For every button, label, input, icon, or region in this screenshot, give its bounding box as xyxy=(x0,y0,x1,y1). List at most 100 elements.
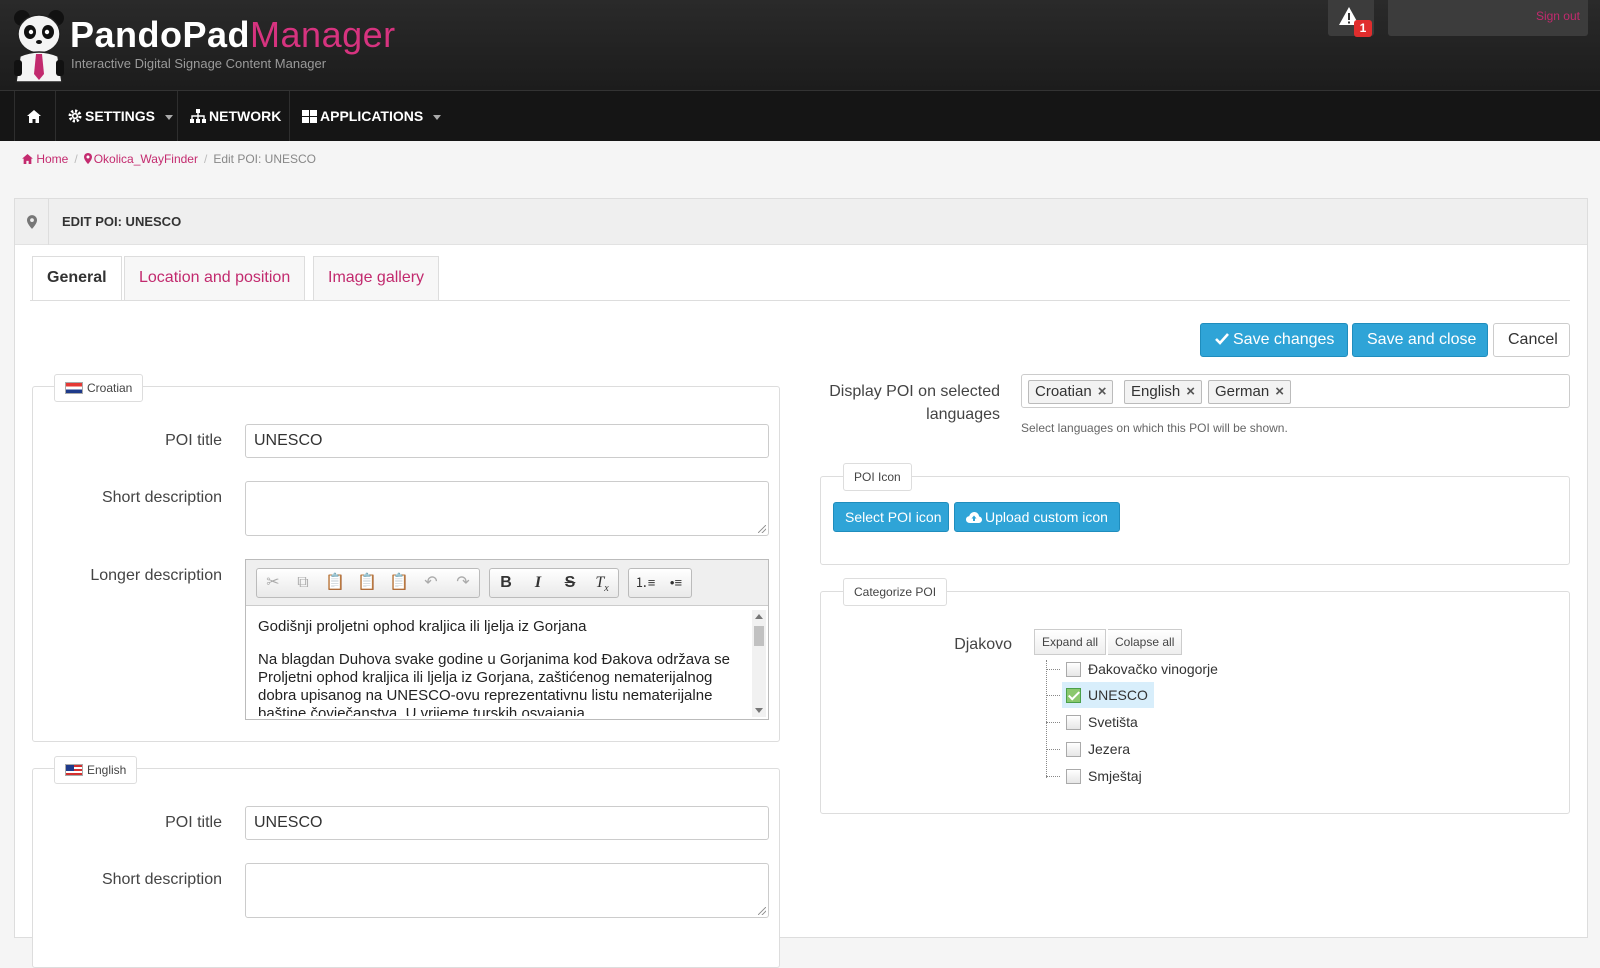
category-checkbox[interactable] xyxy=(1066,742,1081,757)
caret-down-icon xyxy=(433,114,442,120)
tree-connector-line xyxy=(1046,722,1060,723)
map-marker-icon xyxy=(27,215,37,229)
select-poi-icon-button[interactable]: Select POI icon xyxy=(833,502,949,532)
remove-tag-icon[interactable]: × xyxy=(1186,383,1195,400)
editor-scrollbar[interactable] xyxy=(752,610,766,717)
grid-icon xyxy=(302,110,317,123)
remove-format-icon[interactable]: Tx xyxy=(588,571,616,595)
bulleted-list-icon[interactable]: •≡ xyxy=(662,571,690,595)
categorize-poi-legend: Categorize POI xyxy=(843,578,948,606)
undo-icon[interactable]: ↶ xyxy=(417,571,445,595)
category-item-smjestaj[interactable]: Smještaj xyxy=(1066,763,1142,789)
poi-title-input-english[interactable]: UNESCO xyxy=(245,806,769,840)
language-tag-label: English xyxy=(1131,383,1181,400)
tab-location-and-position[interactable]: Location and position xyxy=(124,256,306,300)
category-item-dakovacko-vinogorje[interactable]: Đakovačko vinogorje xyxy=(1066,656,1218,682)
category-item-svetista[interactable]: Svetišta xyxy=(1066,709,1138,735)
panda-logo-icon xyxy=(14,10,64,83)
english-legend-label: English xyxy=(87,763,127,777)
scroll-down-icon[interactable] xyxy=(755,708,763,713)
croatian-legend-label: Croatian xyxy=(87,381,133,395)
nav-applications[interactable]: APPLICATIONS xyxy=(289,91,453,141)
strikethrough-icon[interactable]: S xyxy=(556,571,584,595)
resize-handle-icon[interactable] xyxy=(758,907,766,915)
brand-tagline: Interactive Digital Signage Content Mana… xyxy=(71,56,327,71)
tree-connector-line xyxy=(1046,695,1060,696)
language-tag-label: German xyxy=(1215,383,1270,400)
editor-paragraph-2: Na blagdan Duhova svake godine u Gorjani… xyxy=(258,651,730,716)
category-checkbox-checked[interactable] xyxy=(1066,688,1081,703)
tab-divider xyxy=(30,300,1570,301)
tree-connector-line xyxy=(1046,669,1060,670)
user-menu: Sign out xyxy=(1388,0,1588,36)
paste-word-icon[interactable]: 📋 xyxy=(385,571,413,595)
nav-network[interactable]: NETWORK xyxy=(177,91,293,141)
toolbar-group-format: B I S Tx xyxy=(489,568,619,598)
paste-icon[interactable]: 📋 xyxy=(321,571,349,595)
category-item-unesco[interactable]: UNESCO xyxy=(1062,682,1154,708)
cut-icon[interactable]: ✂ xyxy=(259,571,287,595)
short-description-label: Short description xyxy=(101,489,222,506)
english-flag-icon xyxy=(65,764,83,776)
sign-out-link[interactable]: Sign out xyxy=(1536,9,1580,23)
brand-secondary: Manager xyxy=(250,14,396,55)
scroll-up-icon[interactable] xyxy=(755,614,763,619)
poi-title-input-croatian[interactable]: UNESCO xyxy=(245,424,769,458)
croatian-legend: Croatian xyxy=(54,374,144,402)
short-description-textarea-croatian[interactable] xyxy=(245,481,769,536)
breadcrumb-separator: / xyxy=(203,152,208,166)
panel-header-icon-box xyxy=(15,199,49,245)
language-tag-english: English × xyxy=(1124,380,1202,404)
collapse-all-button[interactable]: Colapse all xyxy=(1108,629,1183,655)
longer-description-label: Longer description xyxy=(90,567,222,584)
save-changes-button[interactable]: Save changes xyxy=(1200,323,1348,357)
nav-home[interactable] xyxy=(14,91,54,141)
checkmark-icon xyxy=(1215,333,1229,345)
alerts-button[interactable]: 1 xyxy=(1328,0,1374,37)
tab-image-gallery[interactable]: Image gallery xyxy=(313,256,440,300)
upload-custom-icon-button[interactable]: Upload custom icon xyxy=(954,502,1120,532)
editor-content[interactable]: Godišnji proljetni ophod kraljica ili lj… xyxy=(258,618,738,716)
nav-settings-label: SETTINGS xyxy=(85,108,156,124)
category-checkbox[interactable] xyxy=(1066,769,1081,784)
brand-name: PandoPadManager xyxy=(70,14,396,56)
home-icon xyxy=(22,154,33,164)
tree-connector-line xyxy=(1046,776,1060,777)
languages-tag-input[interactable]: Croatian × English × German × xyxy=(1021,374,1570,408)
editor-paragraph-1: Godišnji proljetni ophod kraljica ili lj… xyxy=(258,618,587,635)
expand-all-button[interactable]: Expand all xyxy=(1034,629,1107,655)
category-item-label: Jezera xyxy=(1088,741,1131,757)
short-description-textarea-english[interactable] xyxy=(245,863,769,918)
numbered-list-icon[interactable]: ⒈≡ xyxy=(631,571,659,595)
tab-general[interactable]: General xyxy=(32,256,122,301)
breadcrumb-home[interactable]: Home xyxy=(36,152,68,166)
copy-icon[interactable]: ⧉ xyxy=(289,571,317,595)
resize-handle-icon[interactable] xyxy=(758,525,766,533)
app-header: PandoPadManager Interactive Digital Sign… xyxy=(0,0,1600,90)
language-tag-german: German × xyxy=(1208,380,1291,404)
breadcrumb-parent[interactable]: Okolica_WayFinder xyxy=(94,152,198,166)
breadcrumb-current: Edit POI: UNESCO xyxy=(213,152,317,166)
redo-icon[interactable]: ↷ xyxy=(449,571,477,595)
paste-text-icon[interactable]: 📋 xyxy=(353,571,381,595)
tree-connector-line xyxy=(1046,660,1047,778)
save-and-close-button[interactable]: Save and close xyxy=(1352,323,1488,357)
category-checkbox[interactable] xyxy=(1066,662,1081,677)
category-item-jezera[interactable]: Jezera xyxy=(1066,736,1130,762)
remove-tag-icon[interactable]: × xyxy=(1098,383,1107,400)
remove-tag-icon[interactable]: × xyxy=(1275,383,1284,400)
toolbar-group-clipboard: ✂ ⧉ 📋 📋 📋 ↶ ↷ xyxy=(256,568,480,598)
scrollbar-thumb[interactable] xyxy=(754,626,764,646)
language-tag-label: Croatian xyxy=(1035,383,1092,400)
category-checkbox[interactable] xyxy=(1066,715,1081,730)
longer-description-editor: ✂ ⧉ 📋 📋 📋 ↶ ↷ B I S Tx ⒈≡ •≡ Godišnji pr… xyxy=(245,559,769,720)
home-icon xyxy=(27,110,41,123)
cancel-button[interactable]: Cancel xyxy=(1493,323,1570,357)
italic-icon[interactable]: I xyxy=(524,571,552,595)
tree-connector-line xyxy=(1046,749,1060,750)
nav-settings[interactable]: SETTINGS xyxy=(55,91,185,141)
map-marker-icon xyxy=(83,153,92,164)
category-item-label: Đakovačko vinogorje xyxy=(1088,661,1218,677)
bold-icon[interactable]: B xyxy=(492,571,520,595)
display-languages-label: Display POI on selected languages xyxy=(829,383,1000,423)
